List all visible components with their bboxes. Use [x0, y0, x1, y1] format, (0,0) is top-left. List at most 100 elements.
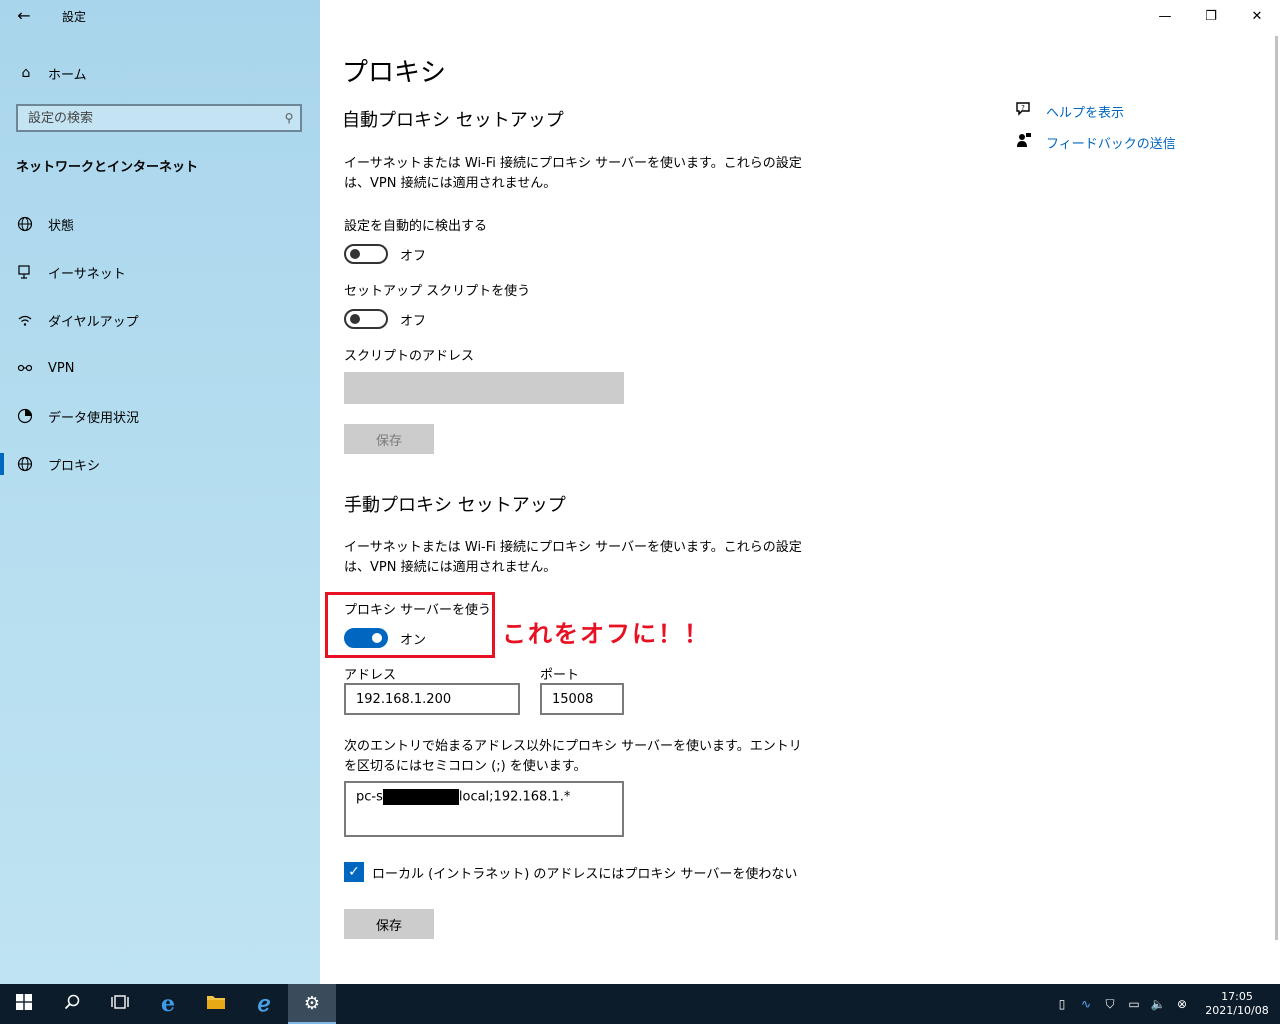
close-button[interactable]: ✕ [1234, 0, 1280, 32]
script-address-label: スクリプトのアドレス [344, 349, 475, 364]
task-view-button[interactable] [96, 984, 144, 1024]
feedback-label: フィードバックの送信 [1046, 136, 1176, 152]
auto-detect-state: オフ [400, 248, 427, 264]
address-field[interactable] [344, 683, 520, 715]
sidebar-nav: 状態 イーサネット ダイヤルアップ VPN データ使用状況 プロキシ [0, 200, 320, 488]
redacted-block [382, 789, 459, 805]
start-button[interactable] [0, 984, 48, 1024]
svg-text:?: ? [1021, 104, 1025, 112]
sidebar-item-label: イーサネット [48, 266, 126, 282]
use-proxy-label: プロキシ サーバーを使う [344, 603, 492, 618]
auto-save-button[interactable]: 保存 [344, 424, 434, 454]
settings-taskbar-button[interactable]: ⚙ [288, 984, 336, 1024]
setup-script-toggle[interactable] [344, 309, 388, 329]
data-usage-icon [16, 407, 34, 425]
notification-x-icon[interactable]: ⊗ [1170, 997, 1194, 1011]
script-address-input[interactable] [344, 372, 624, 404]
auto-proxy-heading: 自動プロキシ セットアップ [342, 110, 564, 131]
clock-date: 2021/10/08 [1205, 1004, 1269, 1017]
sidebar-item-ethernet[interactable]: イーサネット [0, 248, 320, 296]
port-label: ポート [540, 668, 580, 683]
local-bypass-checkbox[interactable]: ✓ [344, 862, 364, 882]
minimize-button[interactable]: — [1142, 0, 1188, 32]
use-proxy-state: オン [400, 632, 427, 648]
clock[interactable]: 17:05 2021/10/08 [1194, 990, 1280, 1018]
sidebar-item-dialup[interactable]: ダイヤルアップ [0, 296, 320, 344]
restore-icon: ❐ [1205, 8, 1217, 24]
setup-script-state: オフ [400, 313, 427, 329]
sidebar-item-data-usage[interactable]: データ使用状況 [0, 392, 320, 440]
feedback-person-icon [1014, 132, 1034, 152]
help-label: ヘルプを表示 [1046, 105, 1125, 121]
address-label: アドレス [344, 668, 397, 683]
page-title: プロキシ [342, 58, 447, 88]
section-title: ネットワークとインターネット [16, 160, 199, 175]
feedback-link[interactable]: フィードバックの送信 [1014, 132, 1176, 152]
exceptions-suffix: local;192.168.1.* [458, 789, 571, 805]
auto-detect-toggle[interactable] [344, 244, 388, 264]
sidebar-item-proxy[interactable]: プロキシ [0, 440, 320, 488]
sidebar-item-vpn[interactable]: VPN [0, 344, 320, 392]
task-view-icon [111, 994, 129, 1015]
auto-detect-row: オフ [344, 244, 426, 264]
sidebar-item-label: 状態 [48, 218, 75, 234]
setup-script-row: オフ [344, 309, 426, 329]
internet-explorer-icon: ℯ [257, 991, 271, 1017]
exceptions-prefix: pc-s [356, 789, 383, 805]
windows-logo-icon [16, 993, 32, 1015]
network-icon[interactable]: ▭ [1122, 997, 1146, 1011]
port-field[interactable] [540, 683, 624, 715]
usb-icon[interactable]: ▯ [1050, 997, 1074, 1011]
scrollbar[interactable] [1275, 36, 1278, 940]
ie-button[interactable]: ℯ [240, 984, 288, 1024]
use-proxy-toggle[interactable] [344, 628, 388, 648]
vpn-icon [16, 359, 34, 377]
shield-app-icon[interactable]: ⛉ [1098, 997, 1122, 1012]
search-taskbar-button[interactable] [48, 984, 96, 1024]
magnifier-icon [64, 994, 80, 1015]
sidebar-item-status[interactable]: 状態 [0, 200, 320, 248]
checkmark-icon: ✓ [348, 864, 360, 880]
setup-script-label: セットアップ スクリプトを使う [344, 284, 531, 299]
back-arrow-icon: ← [17, 6, 31, 25]
home-link[interactable]: ⌂ ホーム [16, 62, 87, 84]
use-proxy-row: オン [344, 628, 426, 648]
monitor-app-icon[interactable]: ∿ [1074, 997, 1098, 1011]
auto-proxy-description: イーサネットまたは Wi-Fi 接続にプロキシ サーバーを使います。これらの設定… [344, 156, 802, 191]
back-button[interactable]: ← [10, 4, 38, 28]
manual-proxy-description: イーサネットまたは Wi-Fi 接続にプロキシ サーバーを使います。これらの設定… [344, 540, 802, 575]
clock-time: 17:05 [1221, 990, 1253, 1003]
home-label: ホーム [48, 67, 87, 83]
sidebar-item-label: データ使用状況 [48, 410, 140, 426]
volume-icon[interactable]: 🔈 [1146, 997, 1170, 1011]
sidebar-item-label: VPN [48, 360, 75, 376]
exceptions-textarea[interactable]: pc-s local;192.168.1.* [344, 781, 624, 837]
manual-proxy-heading: 手動プロキシ セットアップ [344, 495, 566, 516]
main-content: プロキシ 自動プロキシ セットアップ イーサネットまたは Wi-Fi 接続にプロ… [320, 0, 1280, 984]
gear-icon: ⚙ [303, 992, 321, 1014]
chat-help-icon: ? [1014, 101, 1034, 121]
minimize-icon: — [1158, 8, 1172, 24]
file-explorer-button[interactable] [192, 984, 240, 1024]
home-icon: ⌂ [21, 65, 31, 81]
help-link[interactable]: ? ヘルプを表示 [1014, 101, 1124, 121]
manual-save-button[interactable]: 保存 [344, 909, 434, 939]
sidebar: ← 設定 ⌂ ホーム ⚲ ネットワークとインターネット 状態 イーサネット ダイ… [0, 0, 320, 984]
search-icon[interactable]: ⚲ [278, 111, 300, 125]
dialup-icon [16, 311, 34, 329]
ethernet-icon [16, 263, 34, 281]
system-tray: ▯ ∿ ⛉ ▭ 🔈 ⊗ 17:05 2021/10/08 [1050, 984, 1280, 1024]
sidebar-item-label: ダイヤルアップ [48, 314, 139, 330]
globe-status-icon [16, 215, 34, 233]
globe-icon [16, 455, 34, 473]
window-controls: — ❐ ✕ [1142, 0, 1280, 32]
edge-icon: e [161, 991, 175, 1017]
annotation-text: これをオフに！！ [502, 620, 710, 648]
close-icon: ✕ [1251, 8, 1263, 24]
edge-button[interactable]: e [144, 984, 192, 1024]
exceptions-description: 次のエントリで始まるアドレス以外にプロキシ サーバーを使います。エントリを区切る… [344, 739, 802, 774]
search-input[interactable] [18, 110, 278, 126]
restore-button[interactable]: ❐ [1188, 0, 1234, 32]
app-title: 設定 [62, 10, 87, 24]
local-bypass-label: ローカル (イントラネット) のアドレスにはプロキシ サーバーを使わない [372, 866, 798, 882]
